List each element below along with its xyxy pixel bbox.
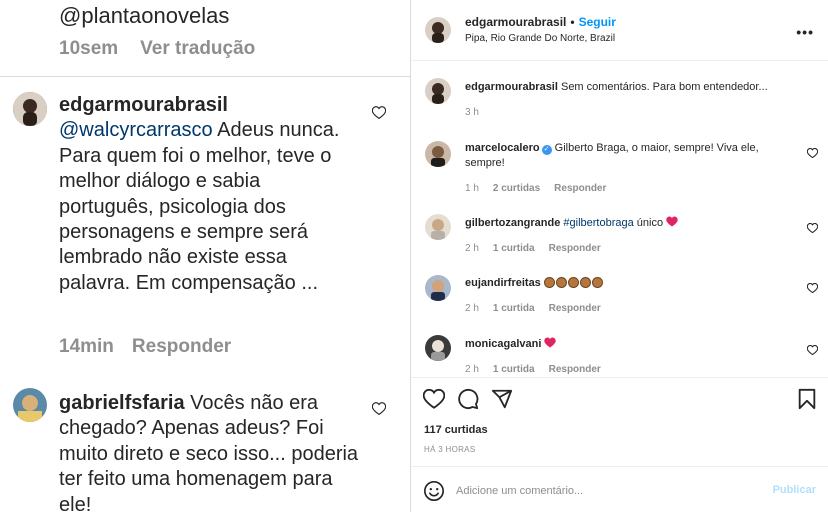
comment-body: único (633, 217, 664, 229)
avatar[interactable] (425, 78, 451, 104)
verified-icon: ✓ (541, 145, 552, 155)
avatar[interactable] (13, 92, 47, 126)
comment-username[interactable]: gabrielfsfaria (59, 392, 185, 414)
mention-link[interactable]: @walcyrcarrasco (59, 119, 213, 141)
comment-username[interactable]: marcelocalero (465, 142, 540, 154)
mention-plantaonovelas[interactable]: @plantaonovelas (59, 2, 255, 30)
comment-username[interactable]: edgarmourabrasil (59, 94, 228, 116)
comment-meta: 2 h 1 curtida Responder (465, 243, 615, 254)
caption-meta: 3 h (465, 107, 493, 118)
reply-button[interactable]: Responder (549, 243, 601, 254)
caption-body: Sem comentários. Para bom entendedor... (557, 81, 768, 93)
heart-icon[interactable] (807, 283, 818, 293)
heart-icon[interactable] (807, 345, 818, 355)
likes-count[interactable]: 1 curtida (493, 243, 535, 254)
avatar[interactable] (425, 335, 451, 361)
heart-icon[interactable] (372, 402, 386, 415)
likes-count[interactable]: 1 curtida (493, 303, 535, 314)
post-time: HÁ 3 HORAS (424, 445, 476, 454)
bookmark-icon[interactable] (796, 388, 818, 410)
comment-meta: 2 h 1 curtida Responder (465, 364, 615, 375)
add-comment-bar: Publicar (411, 466, 828, 512)
comment-username[interactable]: gilbertozangrande (465, 217, 560, 229)
avatar[interactable] (425, 275, 451, 301)
caption-text: edgarmourabrasil Sem comentários. Para b… (465, 80, 793, 95)
comment-text: edgarmourabrasil @walcyrcarrasco Adeus n… (59, 93, 359, 296)
post-likes-count[interactable]: 117 curtidas (424, 424, 488, 436)
comment-time: 2 h (465, 364, 479, 375)
reply-button[interactable]: Responder (554, 183, 606, 194)
follow-button[interactable]: Seguir (579, 15, 616, 29)
previous-comment-meta: 10sem Ver tradução (59, 38, 255, 60)
zoomed-comments-panel: @plantaonovelas 10sem Ver tradução edgarm… (0, 0, 410, 512)
hashtag-link[interactable]: #gilbertobraga (563, 217, 633, 229)
comment-meta: 1 h 2 curtidas Responder (465, 183, 620, 194)
share-icon[interactable] (491, 388, 513, 410)
heart-icon[interactable] (423, 388, 445, 410)
comment-time: 10sem (59, 38, 119, 59)
location-link[interactable]: Pipa, Rio Grande Do Norte, Brazil (465, 33, 615, 44)
more-icon[interactable]: ••• (796, 24, 814, 40)
separator-dot: • (570, 15, 575, 29)
post-header: edgarmourabrasil • Seguir Pipa, Rio Grande… (411, 0, 828, 61)
comment-username[interactable]: eujandirfreitas (465, 277, 541, 289)
comment-time: 2 h (465, 303, 479, 314)
reply-button[interactable]: Responder (549, 364, 601, 375)
heart-icon[interactable] (807, 148, 818, 158)
avatar[interactable] (425, 141, 451, 167)
avatar[interactable] (13, 388, 47, 422)
comment-meta: 2 h 1 curtida Responder (465, 303, 615, 314)
post-actions: 117 curtidas HÁ 3 HORAS (411, 377, 828, 465)
comment-username[interactable]: monicagalvani (465, 338, 541, 350)
likes-count[interactable]: 1 curtida (493, 364, 535, 375)
caption-time: 3 h (465, 107, 479, 118)
comment-time: 14min (59, 336, 114, 357)
caption-username[interactable]: edgarmourabrasil (465, 81, 558, 93)
reply-button[interactable]: Responder (132, 336, 231, 357)
comment-input[interactable] (456, 481, 756, 501)
post-sidebar: edgarmourabrasil • Seguir Pipa, Rio Grande… (411, 0, 828, 512)
heart-icon[interactable] (807, 223, 818, 233)
comment-text: eujandirfreitas (465, 276, 793, 291)
reply-button[interactable]: Responder (549, 303, 601, 314)
header-username[interactable]: edgarmourabrasil (465, 15, 566, 29)
red-heart-emoji (666, 216, 678, 227)
clap-emojis (543, 277, 604, 289)
comment-text: gabrielfsfaria Vocês não era chegado? Ap… (59, 391, 359, 512)
comment-time: 1 h (465, 183, 479, 194)
avatar[interactable] (425, 214, 451, 240)
header-user-line: edgarmourabrasil • Seguir (465, 15, 616, 29)
heart-icon[interactable] (372, 106, 386, 119)
comment-meta: 14min Responder (59, 336, 231, 358)
comment-text: monicagalvani (465, 337, 793, 352)
emoji-icon[interactable] (423, 480, 445, 502)
previous-comment-fragment: @plantaonovelas 10sem Ver tradução (59, 2, 255, 60)
comment-text: gilbertozangrande #gilbertobraga único (465, 216, 793, 231)
avatar[interactable] (425, 17, 451, 43)
see-translation-button[interactable]: Ver tradução (140, 38, 255, 59)
red-heart-emoji (544, 337, 557, 348)
comment-text: marcelocalero ✓ Gilberto Braga, o maior, … (465, 141, 793, 171)
comments-list: edgarmourabrasil Sem comentários. Para b… (411, 62, 828, 376)
comment-time: 2 h (465, 243, 479, 254)
likes-count[interactable]: 2 curtidas (493, 183, 540, 194)
comment-icon[interactable] (457, 388, 479, 410)
publish-button[interactable]: Publicar (773, 484, 816, 496)
comment-body: Adeus nunca. Para quem foi o melhor, tev… (59, 119, 340, 294)
divider (0, 76, 410, 77)
